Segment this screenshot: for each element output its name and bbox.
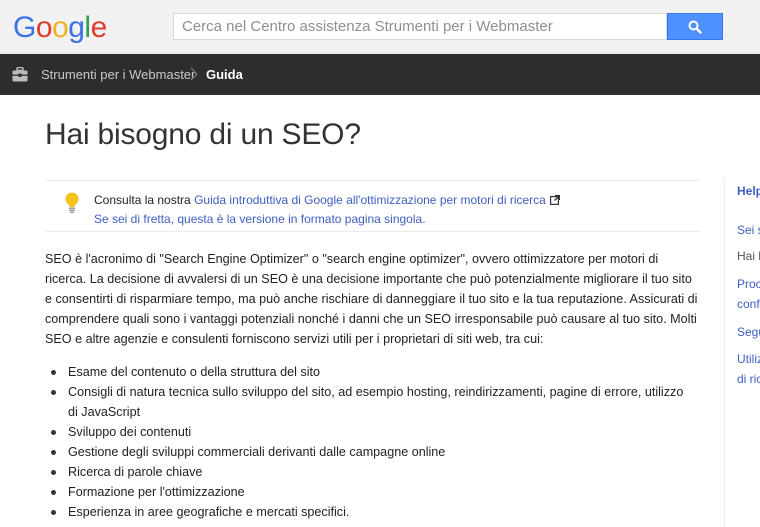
- services-list: Esame del contenuto o della struttura de…: [49, 362, 689, 522]
- list-item: Esperienza in aree geografiche e mercati…: [49, 502, 689, 522]
- google-logo[interactable]: Google: [13, 11, 107, 45]
- product-navbar: Strumenti per i Webmaster Guida: [0, 54, 760, 95]
- intro-paragraph: SEO è l'acronimo di "Search Engine Optim…: [45, 252, 698, 346]
- tip-box: Consulta la nostra Guida introduttiva di…: [45, 180, 700, 232]
- top-header: Google: [0, 0, 760, 54]
- sidebar-item-0[interactable]: Sei s: [737, 220, 760, 240]
- sidebar-item-1: Hai b: [737, 249, 760, 263]
- help-sidebar: Help Sei s Hai b Proc confe Segu Utiliz …: [724, 178, 760, 527]
- search-icon: [688, 20, 702, 34]
- search-input[interactable]: [174, 14, 666, 39]
- list-item: Esame del contenuto o della struttura de…: [49, 362, 689, 382]
- chevron-right-icon: [190, 67, 198, 81]
- sidebar-item-4b[interactable]: di ric: [737, 369, 760, 389]
- single-page-version-link[interactable]: Se sei di fretta, questa è la versione i…: [94, 212, 426, 226]
- logo-letter: g: [68, 11, 85, 44]
- page-title: Hai bisogno di un SEO?: [45, 118, 361, 151]
- logo-letter: G: [13, 11, 36, 44]
- list-item: Gestione degli sviluppi commerciali deri…: [49, 442, 689, 462]
- sidebar-item-4[interactable]: Utiliz: [737, 349, 760, 369]
- search-button[interactable]: [667, 13, 723, 40]
- lightbulb-icon: [65, 192, 79, 213]
- list-item: Consigli di natura tecnica sullo svilupp…: [49, 382, 689, 422]
- toolbox-icon: [12, 67, 28, 82]
- logo-letter: e: [90, 11, 108, 44]
- tip-prefix: Consulta la nostra: [94, 193, 195, 207]
- list-item: Ricerca di parole chiave: [49, 462, 689, 482]
- sidebar-item-3[interactable]: Segu: [737, 322, 760, 342]
- search-box: [173, 13, 667, 40]
- breadcrumb-webmaster-tools[interactable]: Strumenti per i Webmaster: [41, 67, 195, 82]
- tip-line-guide: Consulta la nostra Guida introduttiva di…: [94, 193, 560, 207]
- logo-letter: o: [35, 11, 53, 44]
- list-item: Sviluppo dei contenuti: [49, 422, 689, 442]
- external-link-icon: [549, 195, 560, 205]
- seo-starter-guide-link[interactable]: Guida introduttiva di Google all'ottimiz…: [194, 193, 546, 207]
- sidebar-item-2[interactable]: Proc: [737, 274, 760, 294]
- list-item: Formazione per l'ottimizzazione: [49, 482, 689, 502]
- logo-letter: o: [52, 11, 69, 44]
- breadcrumb-current: Guida: [206, 67, 243, 82]
- sidebar-item-2b[interactable]: confe: [737, 294, 760, 314]
- sidebar-title: Help: [737, 184, 760, 198]
